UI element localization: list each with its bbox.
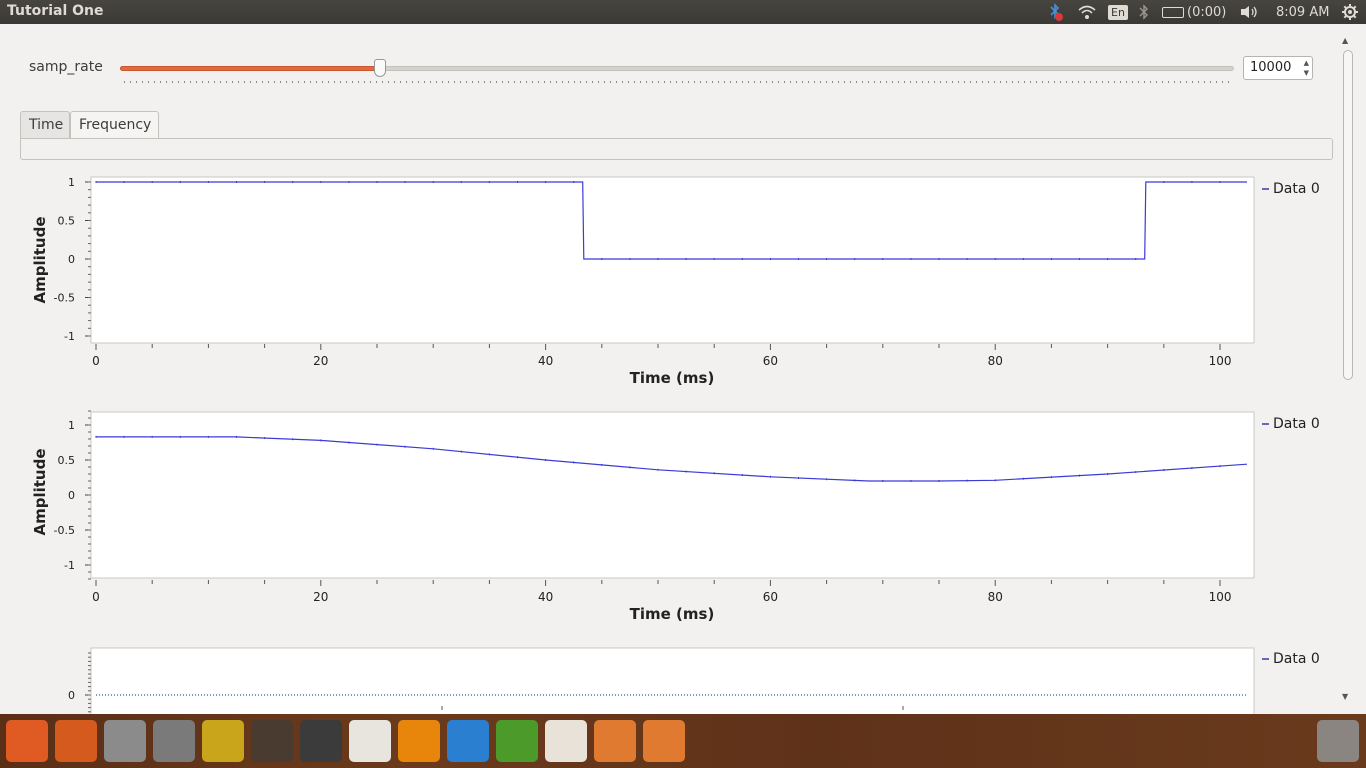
y-tick-label: 0 (68, 253, 75, 266)
x-tick-label: 60 (763, 590, 778, 604)
file-manager-icon[interactable] (104, 720, 146, 762)
gnuradio-window: samp_rate 10000 ▲ ▼ Time Frequency 1 0.5 0… (0, 24, 1366, 714)
time-plot-sine: 1 0.5 0 -0.5 -1 0 20 40 60 80 100 Amplitude Time (… (0, 408, 1340, 630)
x-tick-label: 20 (313, 354, 328, 368)
text-editor-icon[interactable] (202, 720, 244, 762)
vlc-icon[interactable] (398, 720, 440, 762)
trash-icon[interactable] (1317, 720, 1359, 762)
gnuradio-companion-icon[interactable] (594, 720, 636, 762)
samp-rate-spinbox[interactable]: 10000 ▲ ▼ (1243, 56, 1313, 80)
tab-frequency[interactable]: Frequency (70, 111, 159, 139)
x-tick-label: 80 (988, 354, 1003, 368)
clock[interactable]: 8:09 AM (1276, 0, 1329, 24)
scroll-up-icon[interactable]: ▲ (1342, 36, 1348, 45)
sine-plot-svg: 1 0.5 0 -0.5 -1 0 20 40 60 80 100 Amplitude Time (… (31, 410, 1320, 623)
x-tick-label: 60 (763, 354, 778, 368)
session-gear-icon[interactable] (1341, 0, 1359, 24)
tab-time[interactable]: Time (20, 111, 70, 139)
y-tick-label: 0.5 (58, 215, 76, 228)
x-tick-label: 80 (988, 590, 1003, 604)
y-tick-label: 0 (68, 689, 75, 702)
keyboard-layout-text: En (1108, 4, 1128, 20)
y-tick-label: 1 (68, 419, 75, 432)
system-settings-icon[interactable] (153, 720, 195, 762)
plot-canvas (90, 647, 1255, 714)
samp-rate-slider-handle[interactable] (374, 59, 386, 77)
terminal-icon[interactable] (300, 720, 342, 762)
x-tick-label: 100 (1209, 590, 1232, 604)
x-tick-label: 0 (92, 590, 100, 604)
time-plot-third: 0 Data 0 (0, 644, 1340, 714)
x-tick-label: 0 (92, 354, 100, 368)
legend-label: Data 0 (1273, 416, 1320, 432)
clock-text: 8:09 AM (1276, 4, 1330, 20)
legend-label: Data 0 (1273, 651, 1320, 667)
x-tick-label: 40 (538, 590, 553, 604)
y-axis-label: Amplitude (31, 216, 49, 303)
square-plot-svg: 1 0.5 0 -0.5 -1 0 20 40 60 80 100 Amplitude Time (… (31, 176, 1320, 387)
wifi-icon[interactable] (1077, 0, 1097, 24)
x-tick-label: 20 (313, 590, 328, 604)
software-center-icon[interactable] (55, 720, 97, 762)
spin-down-icon[interactable]: ▼ (1304, 68, 1309, 78)
workspace-switcher-icon[interactable] (251, 720, 293, 762)
document-viewer-icon[interactable] (349, 720, 391, 762)
scroll-thumb[interactable] (1343, 50, 1353, 380)
y-tick-label: -0.5 (54, 524, 75, 537)
vertical-scrollbar[interactable]: ▲ ▼ (1341, 36, 1355, 704)
x-axis-label: Time (ms) (630, 369, 715, 387)
samp-rate-value: 10000 (1250, 60, 1292, 75)
bluetooth-icon[interactable] (1138, 0, 1150, 24)
time-plot-square: 1 0.5 0 -0.5 -1 0 20 40 60 80 100 Amplitude Time (… (0, 172, 1340, 394)
window-title: Tutorial One (7, 3, 104, 19)
y-tick-label: -0.5 (54, 292, 75, 305)
media-player-icon[interactable] (447, 720, 489, 762)
top-panel: Tutorial One En (0:00) 8:09 AM (0, 0, 1366, 24)
spin-arrows[interactable]: ▲ ▼ (1304, 58, 1309, 78)
dash-home-icon[interactable] (6, 720, 48, 762)
third-plot-svg: 0 Data 0 (68, 647, 1320, 714)
battery-indicator[interactable]: (0:00) (1162, 0, 1226, 24)
y-tick-label: -1 (64, 330, 75, 343)
spin-up-icon[interactable]: ▲ (1304, 58, 1309, 68)
chrome-icon[interactable] (545, 720, 587, 762)
y-axis-label: Amplitude (31, 448, 49, 535)
samp-rate-slider-fill (120, 66, 380, 71)
android-sdk-icon[interactable] (496, 720, 538, 762)
x-tick-label: 100 (1209, 354, 1232, 368)
plot-canvas (90, 411, 1255, 579)
scroll-down-icon[interactable]: ▼ (1342, 692, 1348, 701)
bluetooth-disabled-icon[interactable] (1046, 0, 1064, 24)
slider-ticks (124, 81, 1234, 83)
keyboard-layout-indicator[interactable]: En (1108, 0, 1128, 24)
y-tick-label: 0 (68, 489, 75, 502)
y-tick-label: -1 (64, 559, 75, 572)
battery-text: (0:00) (1187, 4, 1227, 20)
y-tick-label: 0.5 (58, 454, 76, 467)
gnuradio-flowgraph-icon[interactable] (643, 720, 685, 762)
x-tick-label: 40 (538, 354, 553, 368)
volume-icon[interactable] (1239, 0, 1259, 24)
legend-label: Data 0 (1273, 181, 1320, 197)
battery-icon (1162, 6, 1184, 18)
tab-pane (20, 138, 1333, 160)
unity-launcher (0, 714, 1366, 768)
x-axis-label: Time (ms) (630, 605, 715, 623)
samp-rate-label: samp_rate (29, 59, 103, 75)
y-tick-label: 1 (68, 176, 75, 189)
